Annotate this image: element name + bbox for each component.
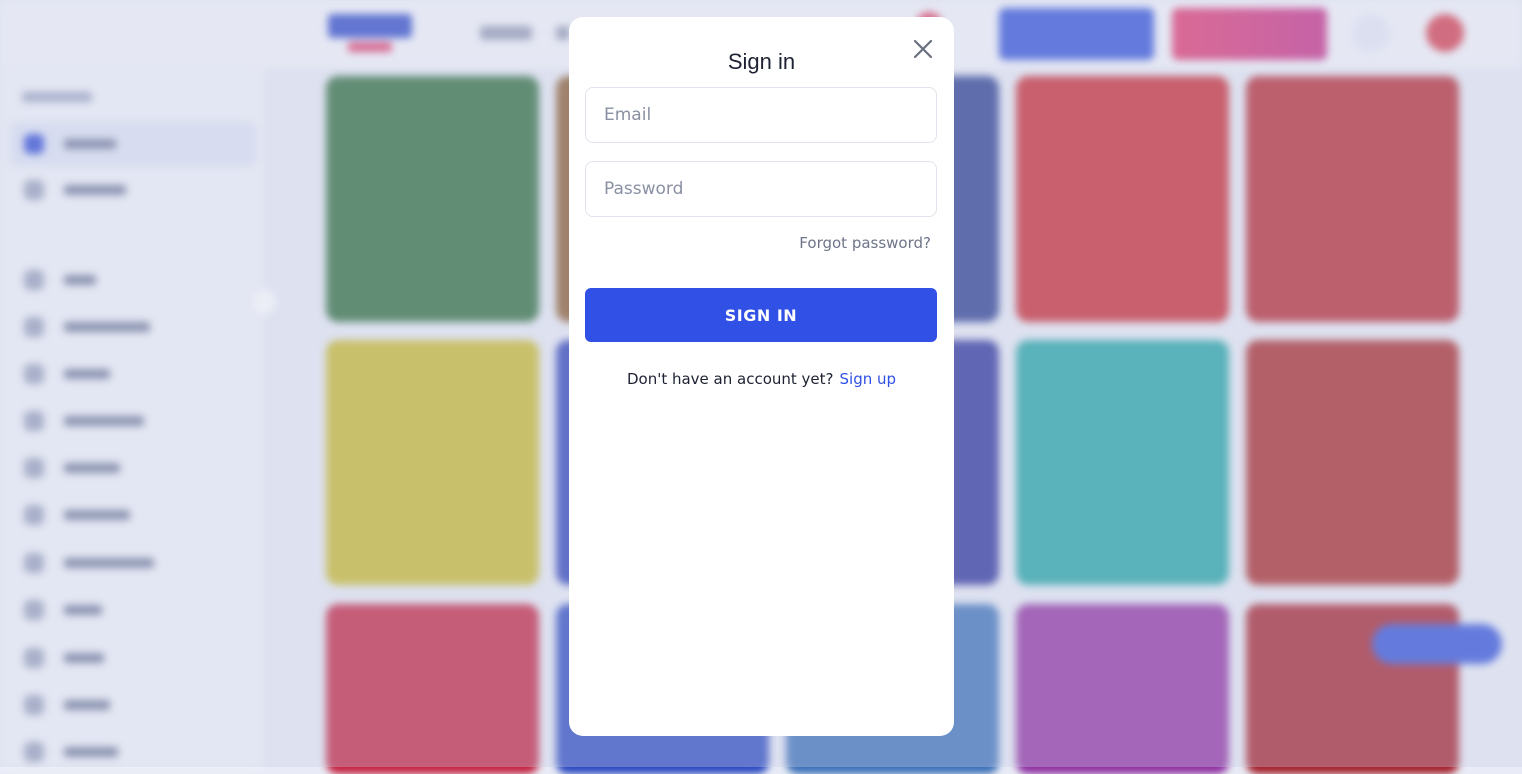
email-field-container <box>585 87 937 143</box>
modal-title: Sign in <box>727 49 796 74</box>
email-field[interactable] <box>586 88 936 142</box>
signup-link[interactable]: Sign up <box>840 370 897 388</box>
close-icon <box>913 39 933 59</box>
password-field-container <box>585 161 937 217</box>
no-account-text: Don't have an account yet? <box>626 370 834 388</box>
close-button[interactable] <box>909 35 937 63</box>
password-field[interactable] <box>586 162 936 216</box>
forgot-password-link[interactable]: Forgot password? <box>799 234 931 252</box>
signin-modal: Sign in Forgot password? SIGN IN Don't h… <box>569 17 954 736</box>
signin-submit-button[interactable]: SIGN IN <box>585 288 937 342</box>
signup-prompt: Don't have an account yet? Sign up <box>569 370 954 388</box>
